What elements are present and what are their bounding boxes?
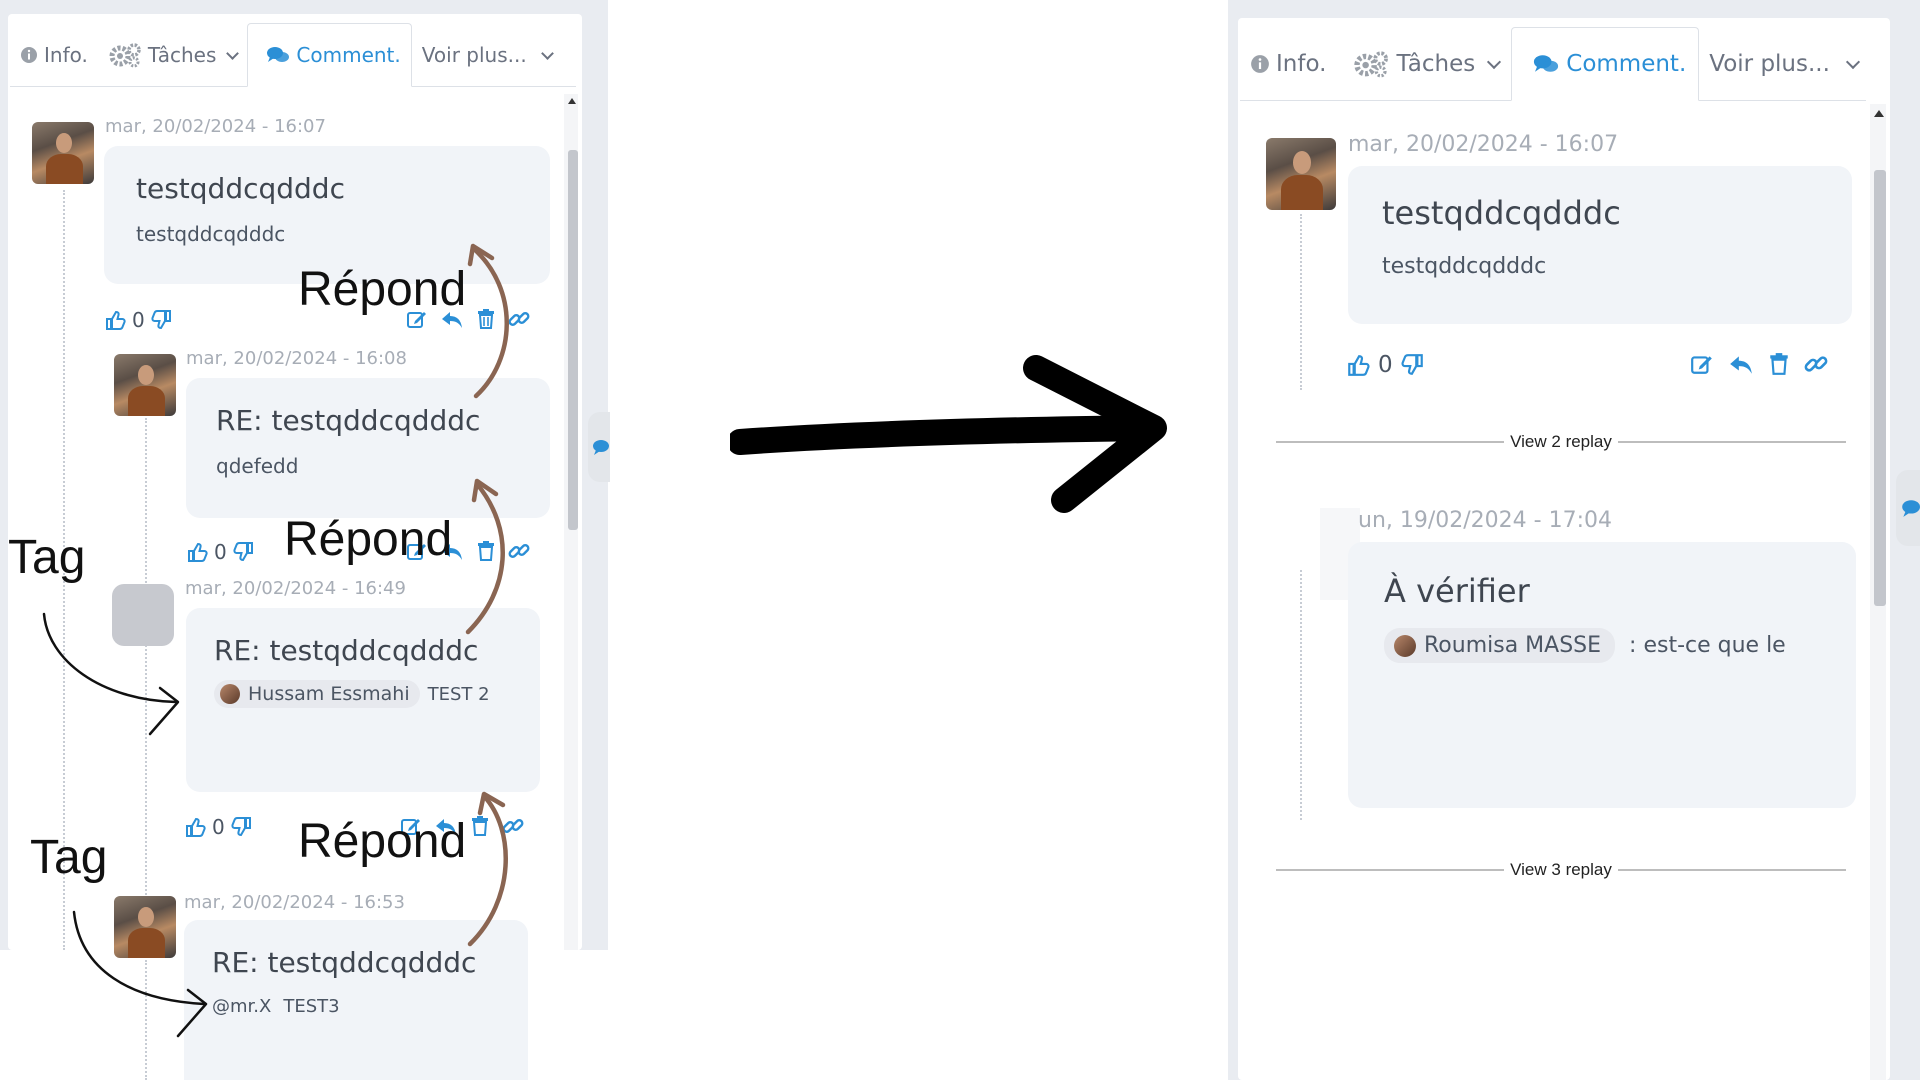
comment-body: testqddcqdddc (1382, 254, 1547, 279)
right-scrollbar-thumb[interactable] (1874, 170, 1886, 606)
view-replies-label: View 2 replay (1510, 432, 1612, 451)
tab-taches[interactable]: Tâches (1340, 50, 1511, 78)
comment-title: testqddcqdddc (1382, 194, 1621, 232)
thread-line (1300, 570, 1302, 820)
trash-icon[interactable] (1768, 352, 1790, 376)
reply-arrow (467, 793, 508, 947)
chevron-down-icon (1487, 54, 1502, 70)
tab-voir-plus[interactable]: Voir plus... (1699, 51, 1868, 77)
avatar (1266, 138, 1336, 210)
reply-arrow (470, 245, 509, 399)
comment-bubble: testqddcqdddc testqddcqdddc (1348, 166, 1852, 324)
comment-bubble: À vérifier Roumisa MASSE : est-ce que le (1348, 542, 1856, 808)
view-replies-label: View 3 replay (1510, 860, 1612, 879)
thumbs-down-icon[interactable] (1401, 353, 1425, 377)
like-count: 0 (1378, 352, 1393, 378)
tag-arrow-head (176, 988, 208, 1038)
chevron-down-icon (1845, 54, 1861, 70)
link-icon[interactable] (1804, 352, 1828, 376)
tab-voir-plus-label: Voir plus... (1709, 51, 1830, 77)
reply-arrow (465, 481, 505, 635)
comments-icon (1532, 53, 1560, 75)
comment-date: un, 19/02/2024 - 17:04 (1358, 508, 1612, 533)
annotation-arrows (42, 243, 509, 1038)
thread-line (1300, 214, 1302, 390)
view-replies-button[interactable]: View 3 replay (1276, 858, 1846, 882)
tab-info[interactable]: Info. (1240, 51, 1340, 77)
comment-actions (1690, 352, 1828, 376)
comment-body: : est-ce que le (1629, 633, 1786, 658)
reply-icon[interactable] (1728, 352, 1754, 376)
comment-date: mar, 20/02/2024 - 16:07 (1348, 132, 1619, 157)
mention-chip[interactable]: Roumisa MASSE (1384, 628, 1616, 663)
transition-arrow (730, 355, 1167, 513)
right-tab-bar: Info. Tâches Comment. Voir plus... (1240, 27, 1868, 101)
gears-icon (1352, 50, 1390, 78)
tab-info-label: Info. (1276, 51, 1327, 77)
edit-icon[interactable] (1690, 352, 1714, 376)
tag-arrow (42, 612, 178, 704)
scroll-up-arrow[interactable] (1874, 110, 1884, 117)
side-chat-tab[interactable] (1896, 470, 1920, 546)
mention-name: Roumisa MASSE (1424, 633, 1602, 658)
tab-comment-label: Comment. (1566, 51, 1687, 77)
tab-comment[interactable]: Comment. (1511, 27, 1700, 101)
tag-arrow-head (148, 686, 180, 736)
view-replies-button[interactable]: View 2 replay (1276, 430, 1846, 454)
info-icon (1250, 54, 1270, 74)
comment-votes: 0 (1346, 352, 1425, 378)
comment-title: À vérifier (1384, 572, 1530, 610)
tab-taches-label: Tâches (1396, 51, 1476, 77)
mention-avatar (1394, 634, 1416, 657)
tag-arrow (72, 910, 206, 1006)
chat-bubble-icon (1902, 500, 1920, 517)
thumbs-up-icon[interactable] (1346, 353, 1370, 377)
